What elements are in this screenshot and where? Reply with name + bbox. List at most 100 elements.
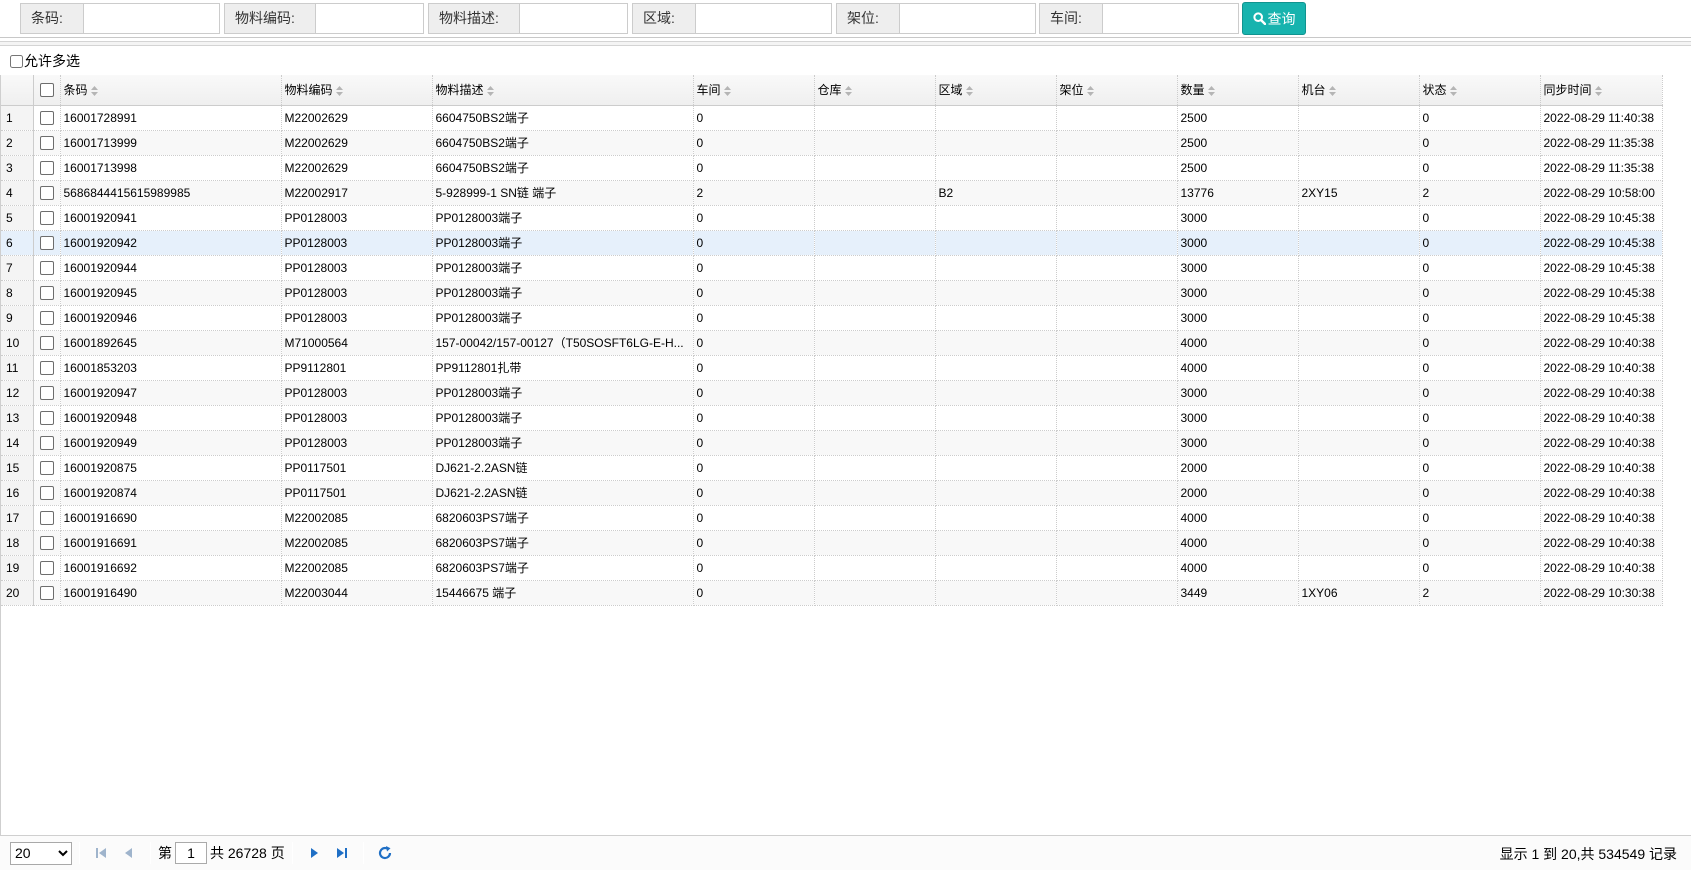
- column-header[interactable]: 架位: [1056, 75, 1178, 106]
- row-checkbox[interactable]: [39, 110, 54, 125]
- column-header[interactable]: 条码: [60, 75, 282, 106]
- shelf-input[interactable]: [900, 4, 1035, 33]
- table-row[interactable]: 6 16001920942 PP0128003 PP0128003端子 0 3000 0 20…: [1, 230, 1663, 256]
- table-row[interactable]: 10 16001892645 M71000564 157-00042/157-0012…: [1, 330, 1663, 356]
- row-select[interactable]: [33, 380, 61, 406]
- row-checkbox[interactable]: [39, 285, 54, 300]
- row-checkbox[interactable]: [39, 510, 54, 525]
- row-select[interactable]: [33, 505, 61, 531]
- row-select[interactable]: [33, 155, 61, 181]
- row-checkbox[interactable]: [39, 260, 54, 275]
- column-header[interactable]: 物料描述: [432, 75, 694, 106]
- table-cell: 2: [1419, 180, 1541, 206]
- row-checkbox[interactable]: [39, 560, 54, 575]
- column-header[interactable]: 状态: [1419, 75, 1541, 106]
- column-header[interactable]: 物料编码: [281, 75, 433, 106]
- row-select[interactable]: [33, 580, 61, 606]
- row-checkbox[interactable]: [39, 335, 54, 350]
- table-row[interactable]: 4 5686844415615989985 M22002917 5-928999-1 …: [1, 180, 1663, 206]
- row-select[interactable]: [33, 230, 61, 256]
- row-number: 2: [1, 130, 34, 156]
- row-select[interactable]: [33, 305, 61, 331]
- table-row[interactable]: 1 16001728991 M22002629 6604750BS2端子 0 2500 0 2…: [1, 105, 1663, 131]
- row-select[interactable]: [33, 280, 61, 306]
- row-select[interactable]: [33, 430, 61, 456]
- row-checkbox[interactable]: [39, 485, 54, 500]
- column-header[interactable]: 数量: [1177, 75, 1299, 106]
- table-row[interactable]: 2 16001713999 M22002629 6604750BS2端子 0 2500 0 2…: [1, 130, 1663, 156]
- row-select[interactable]: [33, 530, 61, 556]
- row-checkbox[interactable]: [39, 185, 54, 200]
- last-page-button[interactable]: [333, 844, 351, 862]
- table-row[interactable]: 20 16001916490 M22003044 15446675 端子 0 3449 1X…: [1, 580, 1663, 606]
- refresh-button[interactable]: [376, 844, 394, 862]
- column-header[interactable]: 区域: [935, 75, 1057, 106]
- row-checkbox[interactable]: [39, 160, 54, 175]
- row-select[interactable]: [33, 355, 61, 381]
- column-header[interactable]: 车间: [693, 75, 815, 106]
- row-checkbox[interactable]: [39, 235, 54, 250]
- allow-multi-select-checkbox[interactable]: [10, 54, 23, 68]
- table-row[interactable]: 15 16001920875 PP0117501 DJ621-2.2ASN链 0 2000…: [1, 455, 1663, 481]
- material-desc-input[interactable]: [520, 4, 627, 33]
- table-cell: [935, 580, 1057, 606]
- workshop-input[interactable]: [1103, 4, 1238, 33]
- select-all-checkbox[interactable]: [39, 83, 54, 98]
- row-select[interactable]: [33, 180, 61, 206]
- row-select[interactable]: [33, 130, 61, 156]
- row-checkbox[interactable]: [39, 135, 54, 150]
- table-row[interactable]: 3 16001713998 M22002629 6604750BS2端子 0 2500 0 2…: [1, 155, 1663, 181]
- table-row[interactable]: 8 16001920945 PP0128003 PP0128003端子 0 3000 0 20…: [1, 280, 1663, 306]
- table-cell: M22002085: [281, 530, 433, 556]
- table-row[interactable]: 11 16001853203 PP9112801 PP9112801扎带 0 4000 0 2…: [1, 355, 1663, 381]
- row-checkbox[interactable]: [39, 460, 54, 475]
- row-checkbox[interactable]: [39, 535, 54, 550]
- row-checkbox[interactable]: [39, 410, 54, 425]
- column-header[interactable]: 机台: [1298, 75, 1420, 106]
- table-row[interactable]: 19 16001916692 M22002085 6820603PS7端子 0 4000 0…: [1, 555, 1663, 581]
- table-cell: 2022-08-29 10:40:38: [1540, 380, 1663, 406]
- header-select-all[interactable]: [33, 75, 61, 106]
- table-row[interactable]: 7 16001920944 PP0128003 PP0128003端子 0 3000 0 20…: [1, 255, 1663, 281]
- row-select[interactable]: [33, 480, 61, 506]
- material-code-input[interactable]: [316, 4, 423, 33]
- row-checkbox[interactable]: [39, 360, 54, 375]
- prev-page-button[interactable]: [120, 844, 138, 862]
- row-select[interactable]: [33, 455, 61, 481]
- row-number: 6: [1, 230, 34, 256]
- allow-multi-select[interactable]: 允许多选: [10, 51, 80, 71]
- page-number-input[interactable]: [175, 842, 207, 864]
- row-checkbox[interactable]: [39, 385, 54, 400]
- row-select[interactable]: [33, 105, 61, 131]
- table-row[interactable]: 14 16001920949 PP0128003 PP0128003端子 0 3000 0 2…: [1, 430, 1663, 456]
- table-row[interactable]: 18 16001916691 M22002085 6820603PS7端子 0 4000 0…: [1, 530, 1663, 556]
- row-checkbox[interactable]: [39, 585, 54, 600]
- table-row[interactable]: 12 16001920947 PP0128003 PP0128003端子 0 3000 0 2…: [1, 380, 1663, 406]
- row-checkbox[interactable]: [39, 210, 54, 225]
- table-cell: 0: [1419, 155, 1541, 181]
- row-select[interactable]: [33, 405, 61, 431]
- table-row[interactable]: 13 16001920948 PP0128003 PP0128003端子 0 3000 0 2…: [1, 405, 1663, 431]
- row-checkbox[interactable]: [39, 435, 54, 450]
- table-body: 1 16001728991 M22002629 6604750BS2端子 0 2500 0 2…: [1, 105, 1663, 606]
- first-page-button[interactable]: [92, 844, 110, 862]
- row-select[interactable]: [33, 330, 61, 356]
- table-row[interactable]: 9 16001920946 PP0128003 PP0128003端子 0 3000 0 20…: [1, 305, 1663, 331]
- table-row[interactable]: 17 16001916690 M22002085 6820603PS7端子 0 4000 0…: [1, 505, 1663, 531]
- sort-icon: [1328, 86, 1336, 97]
- barcode-input[interactable]: [84, 4, 219, 33]
- row-checkbox[interactable]: [39, 310, 54, 325]
- page-size-select[interactable]: 10203050: [10, 841, 72, 865]
- area-input[interactable]: [696, 4, 831, 33]
- table-row[interactable]: 5 16001920941 PP0128003 PP0128003端子 0 3000 0 20…: [1, 205, 1663, 231]
- row-select[interactable]: [33, 205, 61, 231]
- column-header[interactable]: 同步时间: [1540, 75, 1663, 106]
- table-cell: [1298, 105, 1420, 131]
- row-select[interactable]: [33, 555, 61, 581]
- column-header[interactable]: 仓库: [814, 75, 936, 106]
- table-cell: [1056, 330, 1178, 356]
- row-select[interactable]: [33, 255, 61, 281]
- query-button[interactable]: 查询: [1242, 2, 1306, 35]
- table-row[interactable]: 16 16001920874 PP0117501 DJ621-2.2ASN链 0 2000…: [1, 480, 1663, 506]
- next-page-button[interactable]: [305, 844, 323, 862]
